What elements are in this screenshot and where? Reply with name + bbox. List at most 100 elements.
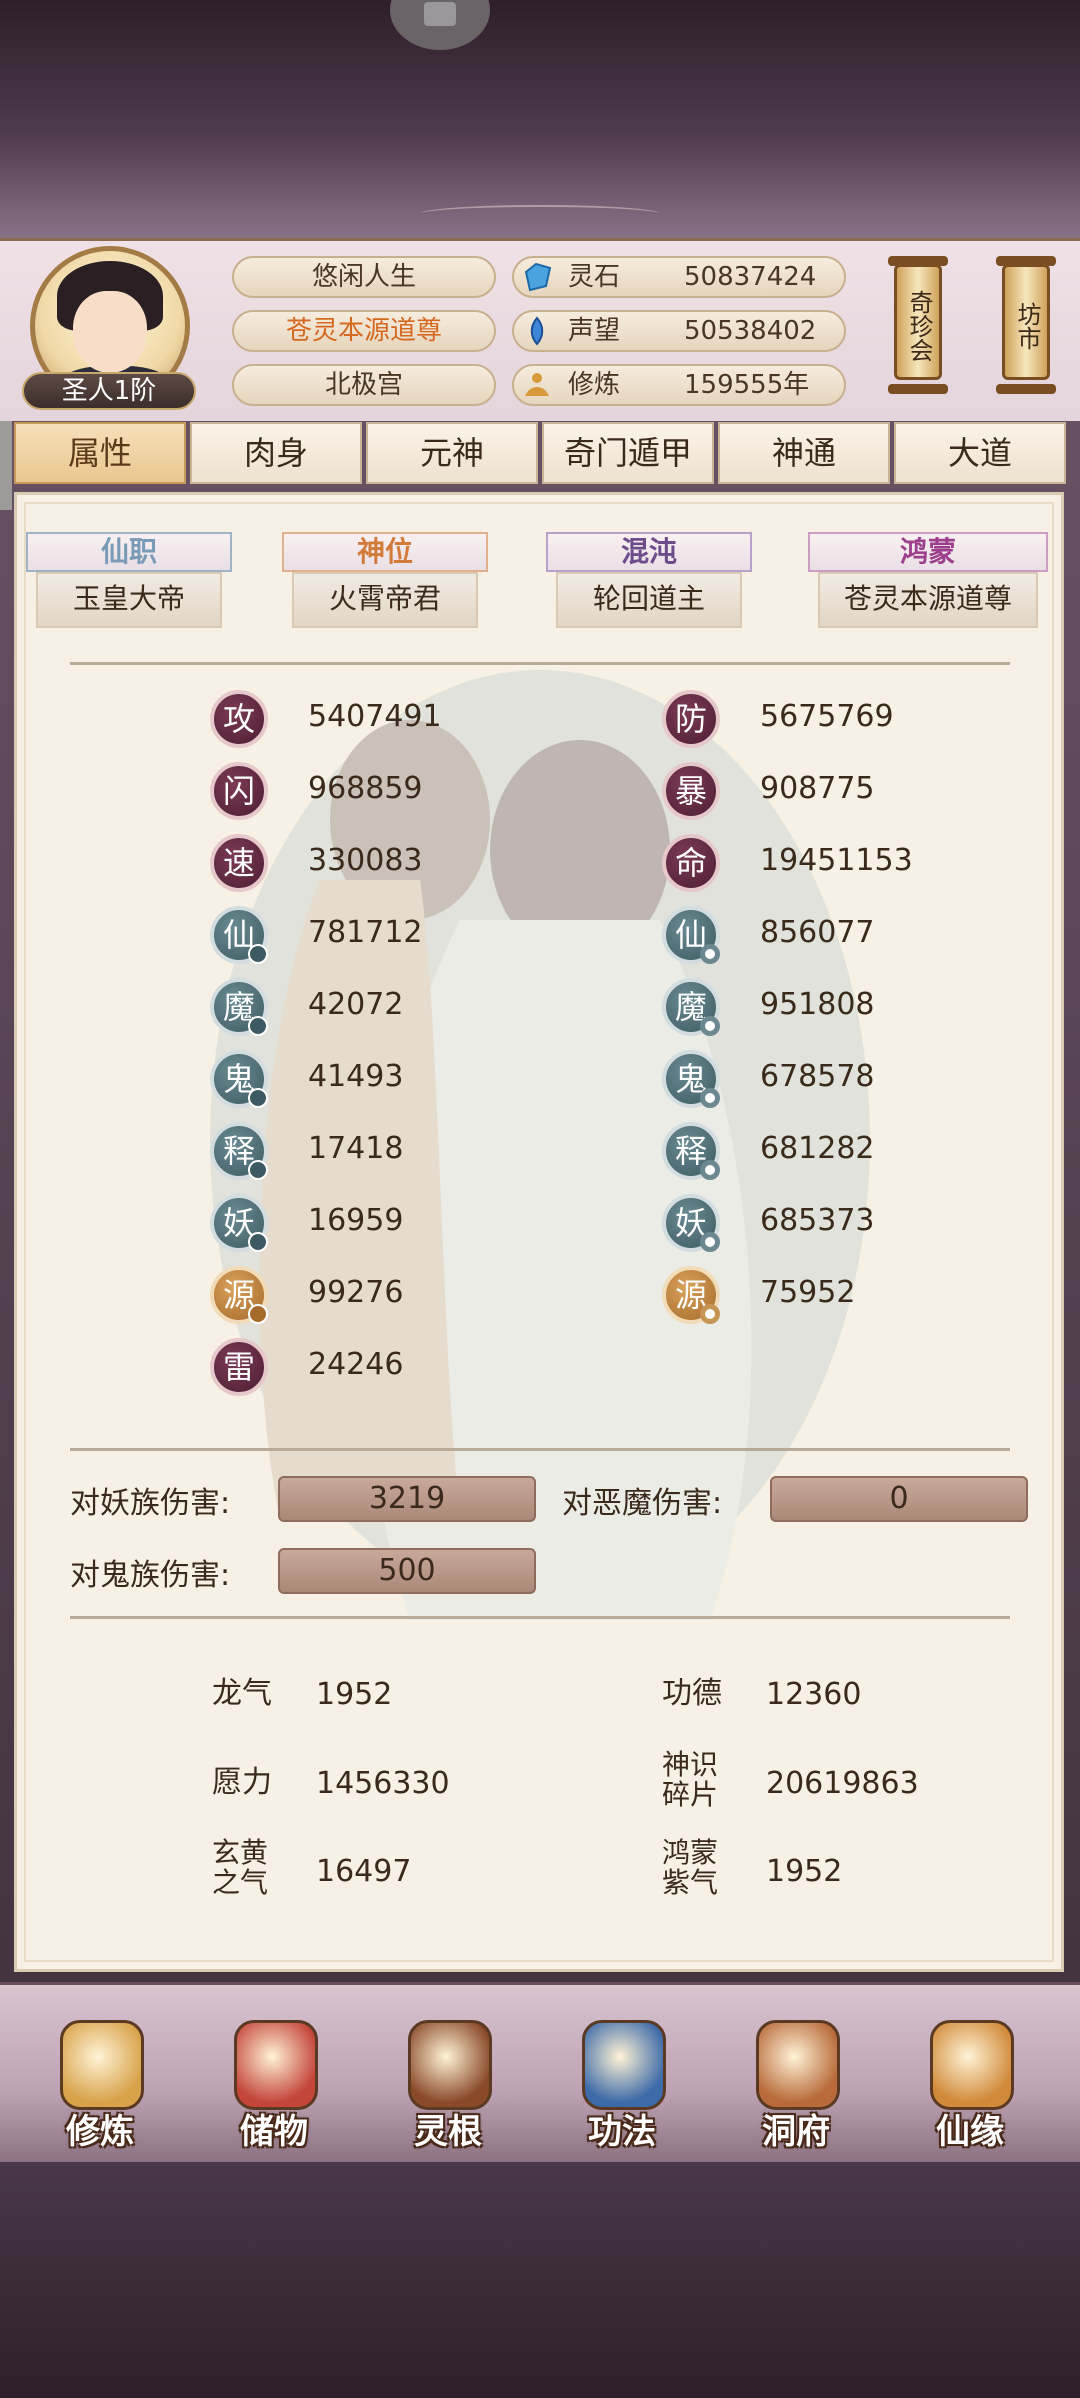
resource-value: 50837424: [684, 262, 817, 292]
stat-value-left-5: 41493: [308, 1059, 404, 1094]
resource-spirit-stone: 灵石 50837424: [512, 256, 846, 298]
title-card-value: 火霄帝君: [292, 572, 478, 628]
damage-value-devil: 0: [770, 1476, 1028, 1522]
element-dot-icon: [248, 1232, 268, 1252]
resource-value: 159555年: [684, 370, 810, 400]
scroll-cap: [996, 384, 1056, 394]
stat-icon-right-1[interactable]: 暴: [662, 762, 720, 820]
special-label-xuanhuang-qi: 玄黄之气: [212, 1836, 269, 1899]
stat-icon-right-2[interactable]: 命: [662, 834, 720, 892]
stat-icon-left-6[interactable]: 释: [210, 1122, 268, 1180]
divider: [70, 662, 1010, 665]
prestige-icon: [530, 316, 544, 346]
stat-value-right-2: 19451153: [760, 843, 913, 878]
stat-icon-left-2[interactable]: 速: [210, 834, 268, 892]
damage-value-demon-clan: 3219: [278, 1476, 536, 1522]
element-dot-icon: [700, 1088, 720, 1108]
special-label-soul-shard: 神识碎片: [662, 1748, 719, 1811]
nav-item-4[interactable]: 洞府: [726, 1990, 866, 2160]
resource-name: 灵石: [568, 262, 621, 292]
stat-value-left-7: 16959: [308, 1203, 404, 1238]
damage-value-ghost-clan: 500: [278, 1548, 536, 1594]
special-label-hongmeng-purple-qi: 鸿蒙紫气: [662, 1836, 719, 1899]
resource-name: 修炼: [568, 370, 621, 400]
nav-item-2[interactable]: 灵根: [378, 1990, 518, 2160]
stat-value-right-3: 856077: [760, 915, 875, 950]
stat-icon-left-0[interactable]: 攻: [210, 690, 268, 748]
top-background: [0, 0, 1080, 240]
stat-value-left-6: 17418: [308, 1131, 404, 1166]
element-dot-icon: [700, 944, 720, 964]
stat-icon-left-5[interactable]: 鬼: [210, 1050, 268, 1108]
title-card-hongmeng[interactable]: 鸿蒙 苍灵本源道尊: [808, 532, 1048, 628]
resource-cultivation: 修炼 159555年: [512, 364, 846, 406]
title-card-divine-rank[interactable]: 神位 火霄帝君: [282, 532, 488, 628]
special-value-merit: 12360: [766, 1677, 862, 1712]
element-dot-icon: [700, 1016, 720, 1036]
nav-item-3[interactable]: 功法: [552, 1990, 692, 2160]
stat-icon-right-0[interactable]: 防: [662, 690, 720, 748]
top-ornament: [420, 205, 660, 223]
tab-great-dao[interactable]: 大道: [894, 422, 1066, 484]
title-card-value: 轮回道主: [556, 572, 742, 628]
title-pill-2[interactable]: 苍灵本源道尊: [232, 310, 496, 352]
sect-pill[interactable]: 北极宫: [232, 364, 496, 406]
title-pill-1[interactable]: 悠闲人生: [232, 256, 496, 298]
title-card-chaos[interactable]: 混沌 轮回道主: [546, 532, 752, 628]
book-icon: [582, 2020, 666, 2110]
stat-value-left-3: 781712: [308, 915, 423, 950]
tab-bar: 属性 肉身 元神 奇门遁甲 神通 大道: [14, 422, 1066, 484]
special-value-wish-power: 1456330: [316, 1766, 450, 1801]
special-value-xuanhuang-qi: 16497: [316, 1854, 412, 1889]
stat-value-left-1: 968859: [308, 771, 423, 806]
stat-icon-right-6[interactable]: 释: [662, 1122, 720, 1180]
treasure-fair-button[interactable]: 奇珍会: [894, 264, 942, 380]
special-label-merit: 功德: [662, 1676, 722, 1711]
stat-icon-left-8[interactable]: 源: [210, 1266, 268, 1324]
stat-icon-right-5[interactable]: 鬼: [662, 1050, 720, 1108]
divider: [70, 1616, 1010, 1619]
spirit-stone-icon: [524, 262, 552, 292]
element-dot-icon: [700, 1232, 720, 1252]
nav-label: 功法: [588, 2112, 656, 2152]
stat-icon-right-3[interactable]: 仙: [662, 906, 720, 964]
element-dot-icon: [700, 1160, 720, 1180]
special-label-dragon-qi: 龙气: [212, 1676, 272, 1711]
tab-divine-power[interactable]: 神通: [718, 422, 890, 484]
divider: [70, 1448, 1010, 1451]
stat-icon-left-9[interactable]: 雷: [210, 1338, 268, 1396]
gourd-icon: [930, 2020, 1014, 2110]
stat-value-right-1: 908775: [760, 771, 875, 806]
element-dot-icon: [248, 1088, 268, 1108]
spirit-root-icon: [408, 2020, 492, 2110]
element-dot-icon: [248, 1160, 268, 1180]
damage-label-devil: 对恶魔伤害:: [562, 1486, 723, 1521]
stat-icon-left-1[interactable]: 闪: [210, 762, 268, 820]
stat-icon-left-3[interactable]: 仙: [210, 906, 268, 964]
tab-spirit[interactable]: 元神: [366, 422, 538, 484]
tab-body[interactable]: 肉身: [190, 422, 362, 484]
market-button[interactable]: 坊市: [1002, 264, 1050, 380]
nav-label: 洞府: [762, 2112, 830, 2152]
stat-icon-left-4[interactable]: 魔: [210, 978, 268, 1036]
element-dot-icon: [700, 1304, 720, 1324]
nav-item-1[interactable]: 储物: [204, 1990, 344, 2160]
stat-icon-left-7[interactable]: 妖: [210, 1194, 268, 1252]
nav-item-5[interactable]: 仙缘: [900, 1990, 1040, 2160]
nav-label: 灵根: [414, 2112, 482, 2152]
title-card-value: 玉皇大帝: [36, 572, 222, 628]
special-label-wish-power: 愿力: [212, 1765, 272, 1800]
title-card-immortal-post[interactable]: 仙职 玉皇大帝: [26, 532, 232, 628]
tab-qimen[interactable]: 奇门遁甲: [542, 422, 714, 484]
tab-attributes[interactable]: 属性: [14, 422, 186, 484]
nav-item-0[interactable]: 修炼: [30, 1990, 170, 2160]
stat-value-left-9: 24246: [308, 1347, 404, 1382]
stat-icon-right-7[interactable]: 妖: [662, 1194, 720, 1252]
stat-value-right-7: 685373: [760, 1203, 875, 1238]
special-value-hongmeng-purple-qi: 1952: [766, 1854, 843, 1889]
stat-icon-right-8[interactable]: 源: [662, 1266, 720, 1324]
nav-label: 仙缘: [936, 2112, 1004, 2152]
stat-value-left-0: 5407491: [308, 699, 442, 734]
special-value-dragon-qi: 1952: [316, 1677, 393, 1712]
stat-icon-right-4[interactable]: 魔: [662, 978, 720, 1036]
